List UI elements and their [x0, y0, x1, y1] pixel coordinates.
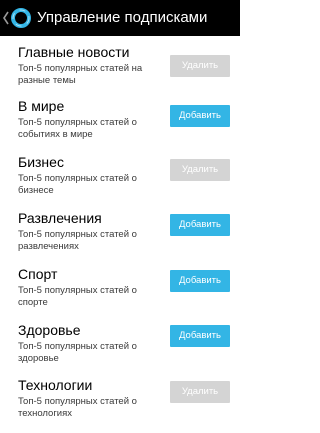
- item-title: Спорт: [18, 266, 58, 282]
- add-button[interactable]: Добавить: [170, 214, 230, 236]
- back-arrow-icon[interactable]: [2, 10, 10, 26]
- item-title: Технологии: [18, 377, 93, 393]
- item-description: Топ-5 популярных статей на разные темы: [18, 63, 143, 86]
- add-button[interactable]: Добавить: [170, 270, 230, 292]
- item-description: Топ-5 популярных статей о развлечениях: [18, 229, 137, 252]
- item-title: Бизнес: [18, 154, 64, 170]
- item-title: Главные новости: [18, 44, 130, 60]
- item-description: Топ-5 популярных статей о спорте: [18, 285, 137, 308]
- action-bar: Управление подписками: [0, 0, 240, 36]
- item-title: Здоровье: [18, 322, 81, 338]
- list-item: Спорт Топ-5 популярных статей о спорте Д…: [0, 266, 240, 322]
- item-title: Развлечения: [18, 210, 102, 226]
- add-button[interactable]: Добавить: [170, 105, 230, 127]
- item-description: Топ-5 популярных статей о здоровье: [18, 341, 137, 364]
- item-title: В мире: [18, 98, 65, 114]
- list-item: Развлечения Топ-5 популярных статей о ра…: [0, 210, 240, 266]
- item-description: Топ-5 популярных статей о бизнесе: [18, 173, 137, 196]
- item-description: Топ-5 популярных статей о событиях в мир…: [18, 117, 137, 140]
- remove-button[interactable]: Удалить: [170, 159, 230, 181]
- add-button[interactable]: Добавить: [170, 325, 230, 347]
- list-item: В мире Топ-5 популярных статей о события…: [0, 98, 240, 154]
- page-title: Управление подписками: [37, 9, 208, 26]
- list-item: Здоровье Топ-5 популярных статей о здоро…: [0, 322, 240, 378]
- list-item: Главные новости Топ-5 популярных статей …: [0, 44, 240, 100]
- list-item: Технологии Топ-5 популярных статей о тех…: [0, 377, 240, 433]
- list-item: Бизнес Топ-5 популярных статей о бизнесе…: [0, 154, 240, 210]
- remove-button[interactable]: Удалить: [170, 55, 230, 77]
- ring-logo-icon[interactable]: [10, 7, 32, 29]
